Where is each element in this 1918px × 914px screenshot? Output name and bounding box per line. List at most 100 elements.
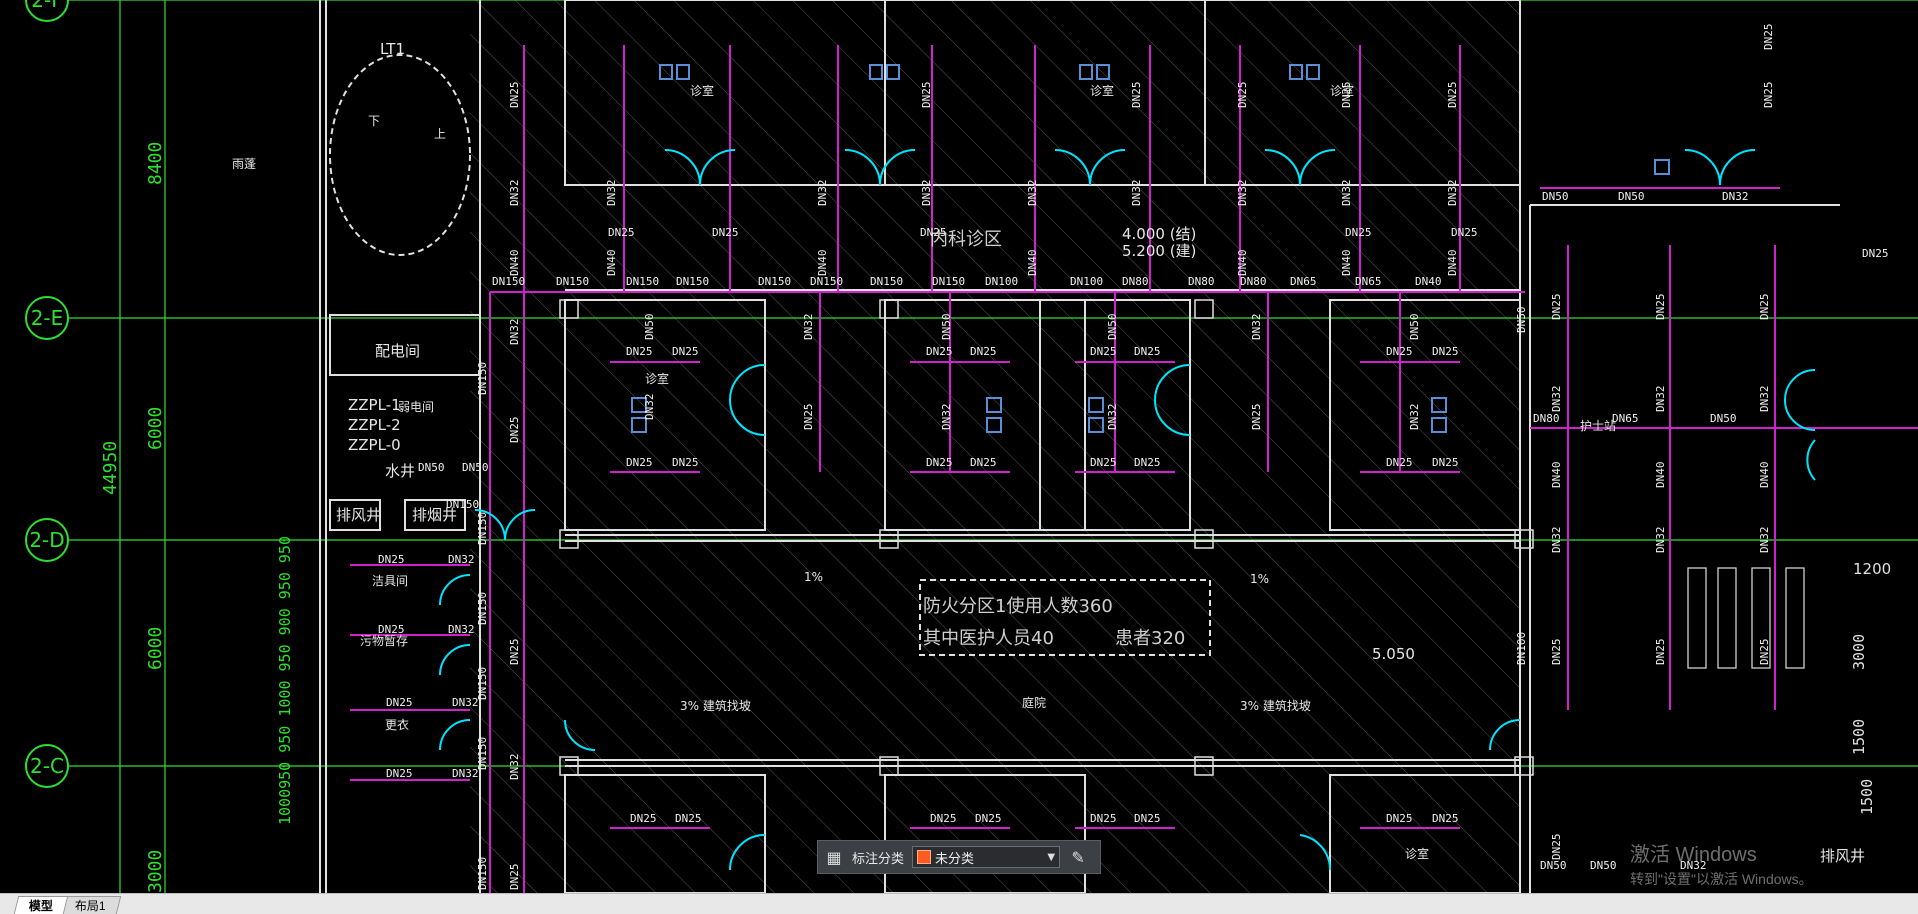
label-electric-room: 配电间: [375, 342, 421, 360]
pipe-label: DN40: [1340, 249, 1353, 277]
pipe-label: DN25: [626, 345, 653, 358]
tab-model[interactable]: 模型: [13, 896, 69, 914]
pipe-label: DN50: [1542, 190, 1569, 203]
label-up: 上: [434, 127, 447, 141]
label-slope-right: 1%: [1250, 572, 1270, 586]
pipe-label: DN50: [418, 461, 445, 474]
pipe-label: DN25: [1250, 403, 1263, 431]
pipe-label: DN40: [1415, 275, 1442, 288]
pipe-label: DN50: [1106, 313, 1119, 341]
pipe-label: DN32: [1408, 403, 1421, 431]
pipe-label: DN25: [1550, 293, 1563, 321]
pipe-label: DN32: [802, 313, 815, 341]
pipe-label: DN25: [630, 812, 657, 825]
pipe-label: DN150: [476, 591, 489, 625]
pipe-label: DN150: [476, 736, 489, 770]
label-elevator: LT1: [380, 40, 405, 58]
dim-6000-a: 6000: [145, 406, 166, 450]
pipe-label: DN80: [1533, 412, 1560, 425]
pipe-label: DN32: [452, 696, 479, 709]
dim-8400: 8400: [145, 141, 166, 185]
label-patient-count: 患者320: [1115, 628, 1186, 649]
grid-icon[interactable]: ▦: [824, 847, 844, 867]
pipe-label: DN40: [1446, 249, 1459, 277]
pipe-label: DN25: [626, 456, 653, 469]
pipe-label: DN40: [1550, 461, 1563, 489]
label-clinic-1: 诊室: [690, 84, 715, 98]
annotation-category-dropdown[interactable]: 未分类 ▼: [912, 846, 1061, 868]
pipe-label: DN32: [452, 767, 479, 780]
pipe-label: DN25: [1130, 81, 1143, 109]
pipe-label: DN25: [1654, 638, 1667, 666]
pipe-label: DN25: [1386, 345, 1413, 358]
label-nurse-station: 护士站: [1580, 419, 1617, 433]
axis-bubble-2c: 2-C: [25, 744, 69, 788]
pipe-label: DN32: [605, 179, 618, 207]
drawing-canvas[interactable]: 2-F 2-E 2-D 2-C 8400 6000 6000 44950 300…: [0, 0, 1918, 893]
pipe-label: DN25: [508, 638, 521, 666]
pipe-label: DN40: [1654, 461, 1667, 489]
watermark-line1: 激活 Windows: [1630, 844, 1757, 866]
edit-icon[interactable]: ✎: [1068, 847, 1088, 867]
label-elev-building: 5.200 (建): [1122, 242, 1197, 260]
axis-bubble-2e: 2-E: [25, 296, 69, 340]
pipe-label: DN150: [476, 511, 489, 545]
label-clean-room: 洁具间: [372, 574, 409, 588]
dim-3000: 3000: [145, 849, 166, 893]
dim-1200: 1200: [1853, 560, 1892, 578]
pipe-label: DN32: [1236, 179, 1249, 207]
pipe-label: DN25: [802, 403, 815, 431]
pipe-label: DN32: [1758, 385, 1771, 413]
pipe-label: DN40: [508, 249, 521, 277]
pipe-label: DN150: [446, 498, 480, 511]
pipe-label: DN32: [920, 179, 933, 207]
pipe-label: DN25: [378, 553, 405, 566]
pipe-label: DN32: [448, 623, 475, 636]
pipe-label: DN32: [508, 318, 521, 346]
pipe-label: DN25: [1090, 456, 1117, 469]
pipe-label: DN25: [386, 767, 413, 780]
watermark-line2: 转到"设置"以激活 Windows。: [1630, 871, 1813, 887]
pipe-label: DN50: [643, 313, 656, 341]
pipe-label: DN32: [508, 753, 521, 781]
pipe-label: DN25: [1134, 812, 1161, 825]
pipe-label: DN80: [1188, 275, 1215, 288]
pipe-label: DN25: [975, 812, 1002, 825]
tab-layout1[interactable]: 布局1: [59, 896, 121, 914]
pipe-label: DN50: [1710, 412, 1737, 425]
pipe-label: DN40: [816, 249, 829, 277]
pipe-label: DN25: [1386, 812, 1413, 825]
pipe-label: DN25: [378, 623, 405, 636]
pipe-label: DN25: [508, 81, 521, 109]
pipe-label: DN25: [1090, 812, 1117, 825]
chevron-down-icon: ▼: [1047, 851, 1056, 863]
annotation-category-label: 标注分类: [852, 851, 905, 867]
pipe-label: DN32: [448, 553, 475, 566]
pipe-label: DN50: [1408, 313, 1421, 341]
label-slope-3pct-right: 3% 建筑找坡: [1240, 699, 1311, 713]
pipe-label: DN25: [675, 812, 702, 825]
pipe-label: DN32: [1340, 179, 1353, 207]
label-water-shaft: 水井: [385, 462, 416, 480]
pipe-label: DN25: [1134, 456, 1161, 469]
layout-tab-bar: 模型 布局1: [0, 893, 1918, 914]
label-clinic-4: 诊室: [645, 372, 670, 386]
pipe-label: DN25: [608, 226, 635, 239]
label-changing: 更衣: [385, 718, 410, 732]
pipe-label: DN150: [556, 275, 590, 288]
pipe-label: DN65: [1290, 275, 1317, 288]
label-exhaust-shaft-right: 排风井: [1820, 847, 1866, 865]
pipe-label: DN150: [932, 275, 966, 288]
dim-6000-b: 6000: [145, 626, 166, 670]
pipe-label: DN80: [1240, 275, 1267, 288]
label-zpl1: ZZPL-1: [348, 396, 401, 414]
pipe-label: DN25: [1432, 812, 1459, 825]
pipe-label: DN150: [476, 361, 489, 395]
pipe-label: DN25: [970, 456, 997, 469]
pipe-label: DN32: [1250, 313, 1263, 341]
pipe-label: DN32: [1130, 179, 1143, 207]
label-clinic-2: 诊室: [1090, 84, 1115, 98]
pipe-label: DN65: [1612, 412, 1639, 425]
pipe-label: DN32: [1550, 526, 1563, 554]
label-staff-count: 其中医护人员40: [923, 628, 1054, 649]
